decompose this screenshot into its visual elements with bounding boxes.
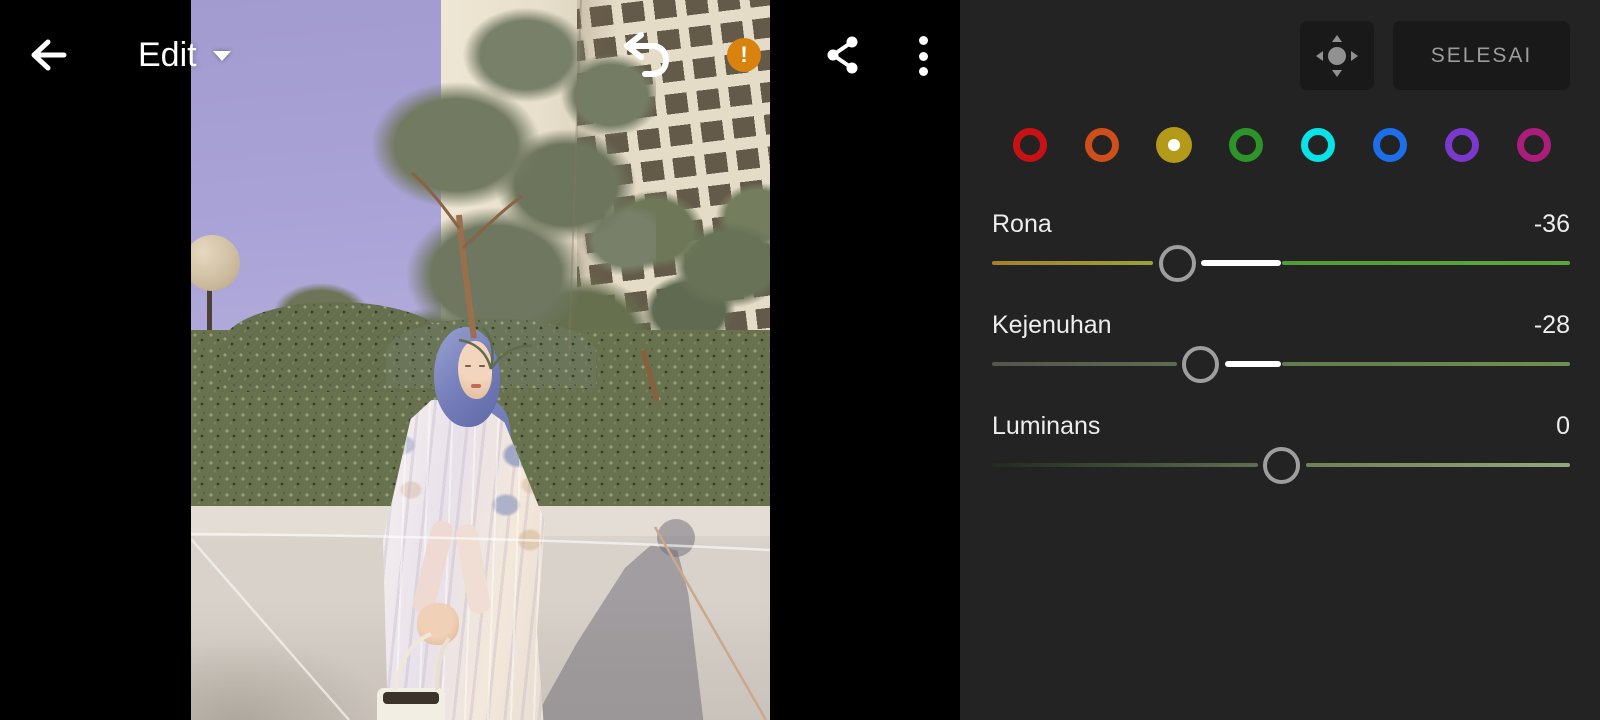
slider-track-hue[interactable] xyxy=(992,245,1570,282)
slider-value-hue: -36 xyxy=(1533,210,1570,238)
slider-label-saturation: Kejenuhan xyxy=(992,311,1112,339)
channel-red-ring xyxy=(1013,128,1047,162)
targeted-adjustment-button[interactable] xyxy=(1300,21,1374,90)
track-value-highlight xyxy=(1224,361,1282,367)
slider-value-luminance: 0 xyxy=(1556,412,1570,440)
track-right-segment xyxy=(1305,463,1570,467)
share-icon xyxy=(827,36,858,74)
app-window: Edit ! SELESAI Rona -36 Kejenuhan -28 Lu… xyxy=(0,0,1600,720)
edit-mode-dropdown[interactable]: Edit xyxy=(138,36,231,75)
channel-orange[interactable] xyxy=(1083,126,1121,164)
share-button[interactable] xyxy=(824,36,860,77)
kebab-dot xyxy=(918,51,928,61)
undo-icon xyxy=(624,32,669,77)
slider-row-hue: Rona -36 xyxy=(960,200,1600,301)
slider-label-hue: Rona xyxy=(992,210,1052,238)
page-title: Edit xyxy=(138,36,197,74)
kebab-dot xyxy=(918,36,928,45)
undo-button[interactable] xyxy=(620,32,670,81)
channel-orange-ring xyxy=(1085,128,1119,162)
track-left-segment xyxy=(992,261,1154,265)
track-right-segment xyxy=(1281,362,1570,366)
warning-badge[interactable]: ! xyxy=(727,38,761,72)
channel-aqua-ring xyxy=(1301,128,1335,162)
track-value-highlight xyxy=(1201,260,1282,266)
track-right-segment xyxy=(1281,261,1570,265)
slider-value-saturation: -28 xyxy=(1533,311,1570,339)
slider-row-saturation: Kejenuhan -28 xyxy=(960,301,1600,402)
kebab-dot xyxy=(918,67,928,76)
channel-yellow-selected xyxy=(1156,127,1192,163)
track-left-segment xyxy=(992,362,1177,366)
photo-canvas[interactable] xyxy=(191,0,770,720)
channel-green[interactable] xyxy=(1227,126,1265,164)
channel-blue-ring xyxy=(1373,128,1407,162)
channel-yellow[interactable] xyxy=(1155,126,1193,164)
channel-purple-ring xyxy=(1445,128,1479,162)
adjustment-panel: SELESAI Rona -36 Kejenuhan -28 Luminans 0 xyxy=(960,0,1600,720)
channel-aqua[interactable] xyxy=(1299,126,1337,164)
chevron-down-icon xyxy=(212,50,231,61)
channel-red[interactable] xyxy=(1011,126,1049,164)
channel-magenta[interactable] xyxy=(1515,126,1553,164)
channel-purple[interactable] xyxy=(1443,126,1481,164)
photo-line-details xyxy=(191,0,770,720)
selected-dot-indicator xyxy=(1168,139,1180,151)
slider-handle-luminance[interactable] xyxy=(1263,447,1300,484)
color-channel-row xyxy=(1011,126,1553,164)
slider-track-luminance[interactable] xyxy=(992,447,1570,484)
track-left-segment xyxy=(992,463,1258,467)
slider-handle-saturation[interactable] xyxy=(1182,346,1220,383)
slider-label-luminance: Luminans xyxy=(992,412,1101,440)
arrow-left-icon xyxy=(31,39,67,71)
channel-magenta-ring xyxy=(1517,128,1551,162)
back-button[interactable] xyxy=(26,35,68,78)
more-options-button[interactable] xyxy=(917,36,929,76)
move-target-icon xyxy=(1316,34,1358,77)
slider-row-luminance: Luminans 0 xyxy=(960,402,1600,503)
done-button[interactable]: SELESAI xyxy=(1393,21,1570,90)
slider-track-saturation[interactable] xyxy=(992,346,1570,383)
slider-handle-hue[interactable] xyxy=(1158,245,1196,282)
channel-blue[interactable] xyxy=(1371,126,1409,164)
channel-green-ring xyxy=(1229,128,1263,162)
